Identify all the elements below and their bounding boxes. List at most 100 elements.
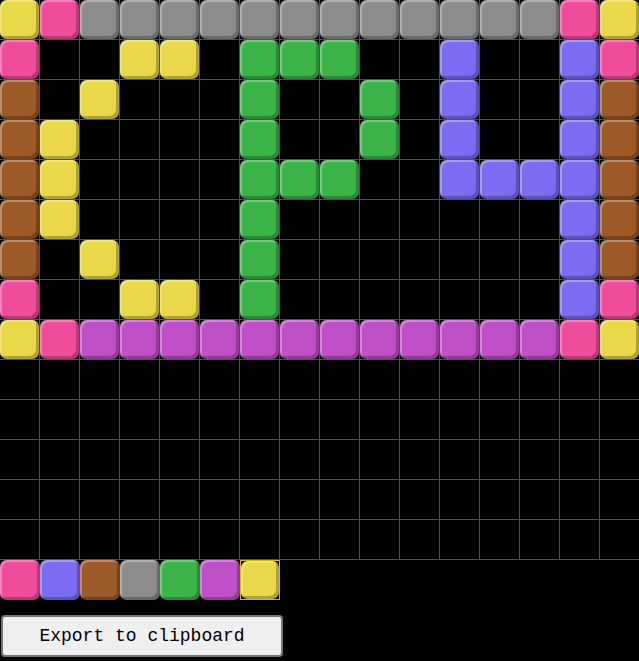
grid-cell[interactable] — [160, 280, 200, 320]
export-button[interactable]: Export to clipboard — [1, 615, 283, 657]
grid-cell[interactable] — [120, 520, 160, 560]
grid-cell[interactable] — [560, 360, 600, 400]
grid-cell[interactable] — [360, 440, 400, 480]
grid-cell[interactable] — [400, 200, 440, 240]
grid-cell[interactable] — [480, 360, 520, 400]
grid-cell[interactable] — [280, 80, 320, 120]
grid-cell[interactable] — [240, 120, 280, 160]
grid-cell[interactable] — [0, 200, 40, 240]
grid-cell[interactable] — [120, 160, 160, 200]
grid-cell[interactable] — [280, 480, 320, 520]
grid-cell[interactable] — [400, 240, 440, 280]
grid-cell[interactable] — [320, 0, 360, 40]
grid-cell[interactable] — [320, 480, 360, 520]
grid-cell[interactable] — [520, 320, 560, 360]
grid-cell[interactable] — [480, 520, 520, 560]
grid-cell[interactable] — [360, 320, 400, 360]
grid-cell[interactable] — [360, 400, 400, 440]
palette-swatch[interactable] — [160, 560, 200, 600]
grid-cell[interactable] — [40, 200, 80, 240]
grid-cell[interactable] — [200, 280, 240, 320]
grid-cell[interactable] — [240, 520, 280, 560]
grid-cell[interactable] — [320, 520, 360, 560]
grid-cell[interactable] — [160, 160, 200, 200]
grid-cell[interactable] — [520, 400, 560, 440]
grid-cell[interactable] — [400, 0, 440, 40]
grid-cell[interactable] — [280, 400, 320, 440]
grid-cell[interactable] — [560, 240, 600, 280]
palette-swatch[interactable] — [200, 560, 240, 600]
grid-cell[interactable] — [280, 200, 320, 240]
grid-cell[interactable] — [240, 320, 280, 360]
grid-cell[interactable] — [80, 40, 120, 80]
grid-cell[interactable] — [0, 40, 40, 80]
grid-cell[interactable] — [160, 320, 200, 360]
grid-cell[interactable] — [560, 200, 600, 240]
grid-cell[interactable] — [240, 480, 280, 520]
grid-cell[interactable] — [280, 240, 320, 280]
grid-cell[interactable] — [520, 280, 560, 320]
grid-cell[interactable] — [400, 440, 440, 480]
grid-cell[interactable] — [240, 40, 280, 80]
grid-cell[interactable] — [400, 320, 440, 360]
grid-cell[interactable] — [160, 440, 200, 480]
grid-cell[interactable] — [200, 320, 240, 360]
grid-cell[interactable] — [0, 440, 40, 480]
grid-cell[interactable] — [560, 40, 600, 80]
grid-cell[interactable] — [320, 80, 360, 120]
grid-cell[interactable] — [360, 80, 400, 120]
grid-cell[interactable] — [200, 200, 240, 240]
grid-cell[interactable] — [120, 40, 160, 80]
grid-cell[interactable] — [160, 520, 200, 560]
grid-cell[interactable] — [400, 40, 440, 80]
grid-cell[interactable] — [520, 80, 560, 120]
grid-cell[interactable] — [160, 240, 200, 280]
grid-cell[interactable] — [120, 0, 160, 40]
grid-cell[interactable] — [320, 160, 360, 200]
grid-cell[interactable] — [40, 120, 80, 160]
grid-cell[interactable] — [440, 80, 480, 120]
grid-cell[interactable] — [200, 520, 240, 560]
grid-cell[interactable] — [440, 320, 480, 360]
grid-cell[interactable] — [400, 400, 440, 440]
grid-cell[interactable] — [80, 480, 120, 520]
grid-cell[interactable] — [40, 400, 80, 440]
grid-cell[interactable] — [200, 400, 240, 440]
grid-cell[interactable] — [600, 120, 639, 160]
grid-cell[interactable] — [440, 200, 480, 240]
grid-cell[interactable] — [360, 480, 400, 520]
grid-cell[interactable] — [600, 440, 639, 480]
grid-cell[interactable] — [600, 0, 639, 40]
grid-cell[interactable] — [160, 360, 200, 400]
grid-cell[interactable] — [120, 240, 160, 280]
grid-cell[interactable] — [120, 200, 160, 240]
grid-cell[interactable] — [200, 360, 240, 400]
grid-cell[interactable] — [360, 280, 400, 320]
grid-cell[interactable] — [400, 160, 440, 200]
grid-cell[interactable] — [400, 120, 440, 160]
grid-cell[interactable] — [240, 240, 280, 280]
grid-cell[interactable] — [480, 120, 520, 160]
grid-cell[interactable] — [160, 0, 200, 40]
grid-cell[interactable] — [360, 160, 400, 200]
grid-cell[interactable] — [40, 360, 80, 400]
grid-cell[interactable] — [0, 0, 40, 40]
grid-cell[interactable] — [480, 200, 520, 240]
grid-cell[interactable] — [0, 240, 40, 280]
grid-cell[interactable] — [40, 520, 80, 560]
grid-cell[interactable] — [600, 360, 639, 400]
grid-cell[interactable] — [600, 160, 639, 200]
grid-cell[interactable] — [320, 280, 360, 320]
grid-cell[interactable] — [400, 360, 440, 400]
grid-cell[interactable] — [320, 320, 360, 360]
grid-cell[interactable] — [120, 480, 160, 520]
grid-cell[interactable] — [280, 120, 320, 160]
grid-cell[interactable] — [80, 440, 120, 480]
grid-cell[interactable] — [440, 160, 480, 200]
grid-cell[interactable] — [200, 0, 240, 40]
grid-cell[interactable] — [440, 440, 480, 480]
grid-cell[interactable] — [400, 280, 440, 320]
grid-cell[interactable] — [80, 320, 120, 360]
grid-cell[interactable] — [0, 360, 40, 400]
grid-cell[interactable] — [560, 160, 600, 200]
